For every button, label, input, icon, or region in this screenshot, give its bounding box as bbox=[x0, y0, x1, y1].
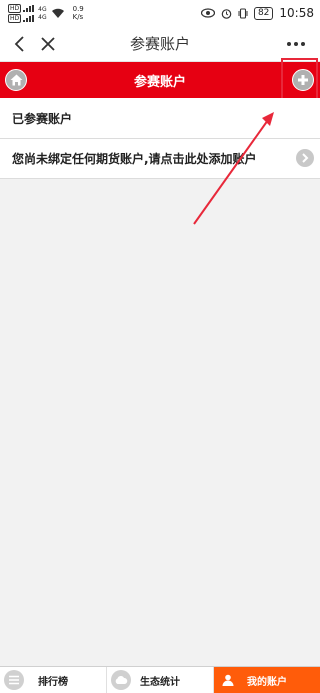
list-item-bind-account[interactable]: 您尚未绑定任何期货账户,请点击此处添加账户 bbox=[0, 139, 320, 179]
user-icon bbox=[218, 670, 238, 690]
sim-row-2: HD bbox=[8, 13, 35, 23]
sim-indicators: HD HD bbox=[8, 3, 35, 23]
tab-my-account-label: 我的账户 bbox=[247, 676, 287, 688]
header-title: 参赛账户 bbox=[133, 74, 186, 90]
sim-label-1: HD bbox=[8, 3, 22, 13]
more-options-button[interactable] bbox=[280, 26, 312, 62]
net-type-2: 4G bbox=[38, 13, 47, 21]
alarm-icon bbox=[221, 8, 232, 19]
status-right-group: 82 10:58 bbox=[200, 6, 314, 20]
list-icon bbox=[4, 670, 24, 690]
tab-ranking-label: 排行榜 bbox=[38, 676, 68, 688]
bind-account-prompt: 您尚未绑定任何期货账户,请点击此处添加账户 bbox=[12, 152, 257, 166]
chevron-right-icon bbox=[296, 149, 314, 167]
status-bar: HD HD 4G 4G 0.9 K/s 82 10:58 bbox=[0, 0, 320, 26]
network-speed: 0.9 K/s bbox=[73, 5, 84, 21]
speed-value: 0.9 bbox=[72, 5, 84, 13]
speed-unit: K/s bbox=[72, 13, 84, 21]
tab-ranking[interactable]: 排行榜 bbox=[0, 667, 107, 693]
sim-row-1: HD bbox=[8, 3, 35, 13]
chevron-left-icon bbox=[14, 35, 24, 52]
clock: 10:58 bbox=[279, 6, 314, 20]
battery-indicator: 82 bbox=[253, 6, 274, 20]
vibrate-icon bbox=[238, 7, 248, 19]
tab-ecology-stats-label: 生态统计 bbox=[140, 676, 180, 688]
back-button[interactable] bbox=[6, 26, 34, 62]
plus-icon bbox=[298, 75, 308, 85]
wifi-icon bbox=[51, 8, 64, 18]
tab-my-account[interactable]: 我的账户 bbox=[214, 667, 320, 693]
more-dot-icon bbox=[301, 42, 305, 46]
section-header: 参赛账户 bbox=[0, 62, 320, 98]
tab-ecology-stats[interactable]: 生态统计 bbox=[107, 667, 214, 693]
network-types: 4G 4G bbox=[38, 6, 46, 21]
more-dot-icon bbox=[287, 42, 291, 46]
home-button[interactable] bbox=[5, 69, 27, 91]
bottom-tab-bar: 排行榜 生态统计 我的账户 bbox=[0, 666, 320, 693]
account-list: 已参赛账户 您尚未绑定任何期货账户,请点击此处添加账户 bbox=[0, 98, 320, 179]
cloud-icon bbox=[111, 670, 131, 690]
eye-icon bbox=[200, 8, 215, 18]
close-icon bbox=[41, 36, 55, 51]
signal-bars-1-icon bbox=[23, 4, 35, 12]
list-item-joined-accounts: 已参赛账户 bbox=[0, 98, 320, 139]
close-button[interactable] bbox=[34, 26, 62, 62]
add-account-button[interactable] bbox=[292, 69, 314, 91]
sim-label-2: HD bbox=[8, 13, 22, 23]
net-type-1: 4G bbox=[38, 5, 47, 13]
signal-group: HD HD 4G 4G 0.9 K/s bbox=[8, 3, 84, 23]
joined-accounts-label: 已参赛账户 bbox=[12, 111, 73, 126]
home-icon bbox=[10, 74, 22, 86]
more-dot-icon bbox=[294, 42, 298, 46]
title-bar: 参赛账户 bbox=[0, 26, 320, 62]
app-page: HD HD 4G 4G 0.9 K/s 82 10:58 参赛账户 参赛账户 已… bbox=[0, 0, 320, 693]
signal-bars-2-icon bbox=[23, 14, 35, 22]
